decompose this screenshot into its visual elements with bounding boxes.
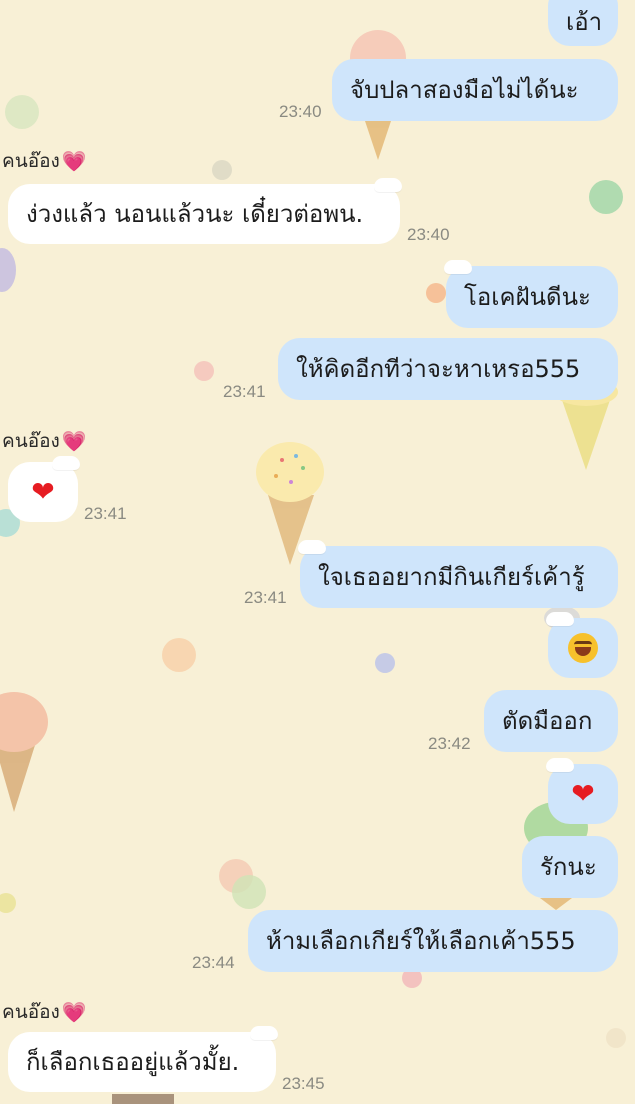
snow-cap-decor	[250, 1026, 278, 1040]
rolling-laughing-face-icon	[568, 633, 598, 663]
message-text: ตัดมืออก	[502, 707, 593, 735]
message-timestamp: 23:44	[192, 953, 235, 972]
red-heart-icon: ❤	[31, 475, 55, 508]
message-timestamp: 23:40	[407, 225, 450, 244]
my-message-bubble[interactable]: รักนะ	[522, 836, 618, 898]
red-heart-icon: ❤	[571, 777, 595, 810]
pink-heart-icon: 💗	[61, 149, 87, 173]
message-timestamp: 23:40	[279, 102, 322, 121]
my-message-bubble[interactable]: ใจเธออยากมีกินเกียร์เค้ารู้	[298, 540, 618, 608]
their-message-bubble[interactable]: ❤	[8, 456, 80, 522]
snow-cap-decor	[546, 612, 574, 626]
message-timestamp: 23:41	[84, 504, 127, 523]
my-message-bubble[interactable]: ห้ามเลือกเกียร์ให้เลือกเค้า555	[248, 910, 618, 972]
message-timestamp: 23:41	[244, 588, 287, 607]
message-text: จับปลาสองมือไม่ได้นะ	[350, 76, 579, 104]
message-timestamp: 23:41	[223, 382, 266, 401]
their-message-bubble[interactable]: ก็เลือกเธออยู่แล้วมั้ย.	[8, 1026, 278, 1092]
sender-name: คนอ๊อง 💗	[2, 1000, 87, 1024]
message-text: ก็เลือกเธออยู่แล้วมั้ย.	[26, 1048, 240, 1076]
snow-cap-decor	[298, 540, 326, 554]
sender-name: คนอ๊อง 💗	[2, 429, 87, 453]
my-message-bubble[interactable]: ❤	[546, 758, 618, 824]
my-message-bubble[interactable]: เอ้า	[548, 0, 618, 46]
message-timestamp: 23:42	[428, 734, 471, 753]
pink-heart-icon: 💗	[61, 1000, 87, 1024]
snow-cap-decor	[52, 456, 80, 470]
sender-name: คนอ๊อง 💗	[2, 149, 87, 173]
message-text: ห้ามเลือกเกียร์ให้เลือกเค้า555	[266, 927, 576, 955]
pink-heart-icon: 💗	[61, 429, 87, 453]
chat-message-list[interactable]: เอ้า 23:40 จับปลาสองมือไม่ได้นะ คนอ๊อง 💗…	[0, 0, 635, 1104]
my-message-bubble[interactable]: จับปลาสองมือไม่ได้นะ	[332, 59, 618, 121]
message-text: ให้คิดอีกทีว่าจะหาเหรอ555	[296, 355, 581, 383]
message-text: ใจเธออยากมีกินเกียร์เค้ารู้	[318, 563, 585, 591]
snow-cap-decor	[444, 260, 472, 274]
my-message-bubble[interactable]: โอเคฝันดีนะ	[444, 260, 618, 328]
message-text: โอเคฝันดีนะ	[464, 283, 591, 311]
message-text: รักนะ	[540, 853, 597, 881]
message-text: เอ้า	[566, 8, 603, 36]
message-timestamp: 23:45	[282, 1074, 325, 1093]
their-message-bubble[interactable]: ง่วงแล้ว นอนแล้วนะ เดี๋ยวต่อพน.	[8, 178, 402, 244]
my-message-bubble[interactable]: ให้คิดอีกทีว่าจะหาเหรอ555	[278, 338, 618, 400]
snow-cap-decor	[374, 178, 402, 192]
my-message-bubble[interactable]	[546, 612, 618, 678]
snow-cap-decor	[546, 758, 574, 772]
my-message-bubble[interactable]: ตัดมืออก	[484, 690, 618, 752]
message-text: ง่วงแล้ว นอนแล้วนะ เดี๋ยวต่อพน.	[26, 200, 364, 228]
